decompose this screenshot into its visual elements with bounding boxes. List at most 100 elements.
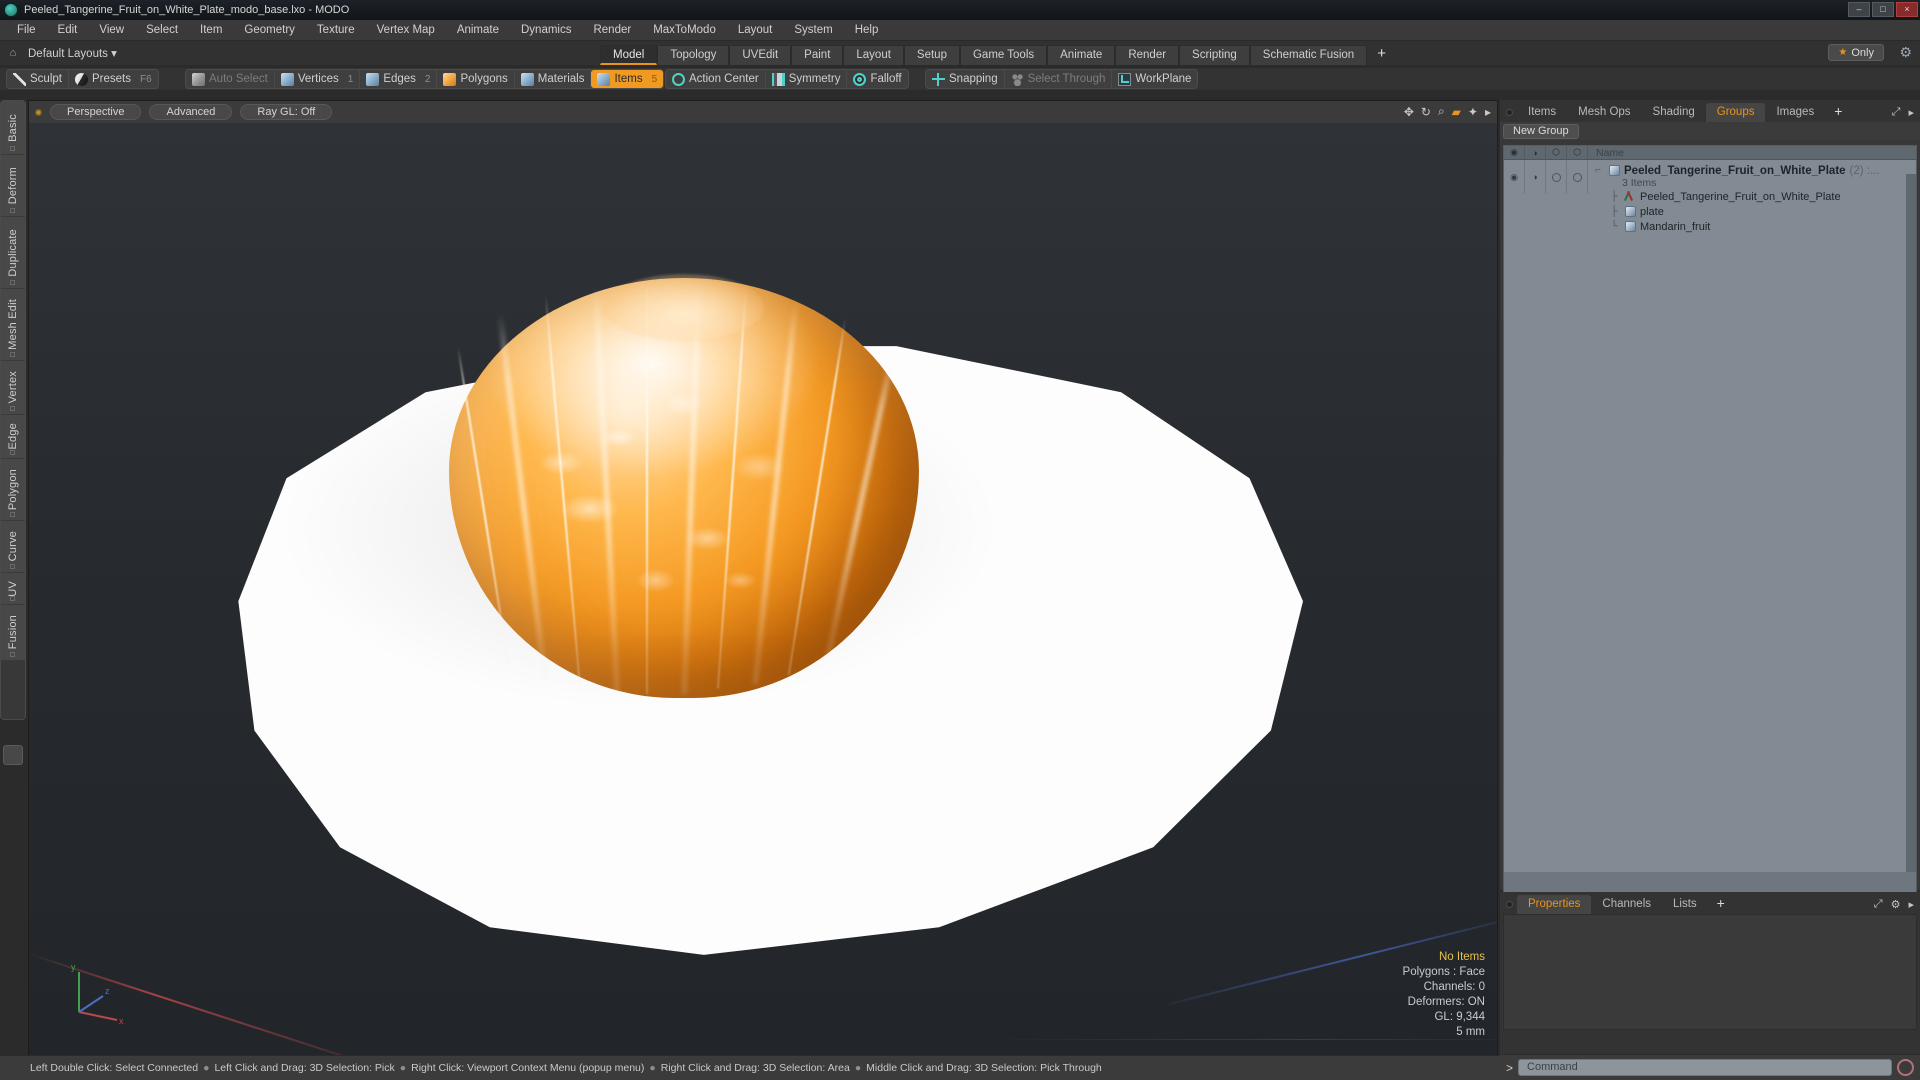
menu-item-animate[interactable]: Animate [446,20,510,41]
left-tab-edge[interactable]: Edge [1,415,25,459]
menu-item-select[interactable]: Select [135,20,189,41]
layout-tab-paint[interactable]: Paint [791,45,844,65]
left-tab-basic[interactable]: Basic [1,101,25,155]
expand-toggle-icon[interactable]: ⌐ [1591,165,1605,176]
tool-vertices[interactable]: Vertices 1 [275,70,361,88]
menu-item-render[interactable]: Render [582,20,642,41]
left-tab-polygon[interactable]: Polygon [1,459,25,521]
render-icon[interactable]: ◑ [1525,145,1546,160]
add-layout-tab-button[interactable]: + [1367,45,1396,65]
viewport-raygl-toggle[interactable]: Ray GL: Off [240,104,333,120]
viewport-shading-selector[interactable]: Advanced [149,104,233,120]
layout-tab-animate[interactable]: Animate [1047,45,1116,65]
close-button[interactable]: × [1896,2,1918,17]
record-icon[interactable] [1897,1059,1914,1076]
viewport-view-selector[interactable]: Perspective [50,104,142,120]
tool-materials[interactable]: Materials [515,70,592,88]
left-tab-duplicate[interactable]: Duplicate [1,217,25,289]
gear-icon[interactable]: ⚙ [1891,898,1901,911]
row-shade2-toggle[interactable] [1567,160,1588,194]
menu-item-system[interactable]: System [783,20,843,41]
menu-item-edit[interactable]: Edit [47,20,89,41]
row-shade-toggle[interactable] [1546,160,1567,194]
minimize-button[interactable]: – [1848,2,1870,17]
expand-icon[interactable]: ⤢ [1874,898,1883,911]
row-render-icon[interactable]: ◑ [1525,160,1546,194]
tree-item-row[interactable]: ├ plate [1591,204,1916,219]
tool-polygons[interactable]: Polygons [437,70,515,88]
layout-tab-schematic-fusion[interactable]: Schematic Fusion [1249,45,1368,65]
gear-icon[interactable]: ⚙ [1899,45,1912,59]
tool-sculpt[interactable]: Sculpt [7,70,69,88]
move-icon[interactable]: ✥ [1404,105,1414,119]
tool-workplane[interactable]: WorkPlane [1112,70,1197,88]
tool-presets[interactable]: Presets F6 [69,70,158,88]
shade-icon[interactable]: ⬡ [1546,145,1567,160]
tool-items[interactable]: Items 5 [591,70,664,88]
tool-snapping[interactable]: Snapping [926,70,1005,88]
menu-item-vertex-map[interactable]: Vertex Map [366,20,446,41]
left-tab-vertex[interactable]: Vertex [1,361,25,415]
layout-tab-model[interactable]: Model [600,45,658,65]
chevron-right-icon[interactable]: ▸ [1908,898,1914,911]
shade2-icon[interactable]: ⬡ [1567,145,1588,160]
settings-icon[interactable]: ✦ [1468,105,1478,119]
chevron-right-icon[interactable]: ▸ [1485,105,1491,119]
layout-tab-topology[interactable]: Topology [657,45,730,65]
layout-tab-layout[interactable]: Layout [843,45,904,65]
layout-tab-uvedit[interactable]: UVEdit [729,45,792,65]
tool-auto-select[interactable]: Auto Select [186,70,275,88]
properties-menu-dot[interactable] [1506,901,1513,908]
right-panel-tab-items[interactable]: Items [1517,103,1567,122]
panel-menu-dot[interactable] [1506,109,1513,116]
tool-edges[interactable]: Edges 2 [360,70,438,88]
menu-item-texture[interactable]: Texture [306,20,366,41]
layout-tab-scripting[interactable]: Scripting [1179,45,1250,65]
tree-item-row[interactable]: ├ Peeled_Tangerine_Fruit_on_White_Plate [1591,189,1916,204]
zoom-icon[interactable]: ⌕ [1438,104,1445,119]
command-input[interactable]: Command [1518,1059,1892,1076]
only-button[interactable]: ★ Only [1828,44,1884,61]
menu-item-layout[interactable]: Layout [727,20,784,41]
menu-item-dynamics[interactable]: Dynamics [510,20,582,41]
properties-tab-properties[interactable]: Properties [1517,895,1592,914]
layout-tab-game-tools[interactable]: Game Tools [959,45,1048,65]
tool-falloff[interactable]: Falloff [847,70,907,88]
tree-scrollbar[interactable] [1906,174,1916,872]
left-tab-deform[interactable]: Deform [1,155,25,217]
left-tab-uv[interactable]: UV [1,573,25,605]
new-group-button[interactable]: New Group [1503,123,1579,139]
home-icon[interactable]: ⌂ [4,47,22,59]
menu-item-view[interactable]: View [88,20,135,41]
tool-symmetry[interactable]: Symmetry [766,70,848,88]
tree-body[interactable]: ◉ ◑ ⌐ Peeled_Tangerine_Fruit_on_White_Pl… [1504,160,1916,872]
viewport-canvas[interactable]: y x z No Items Polygons : Face Channels:… [29,123,1497,1056]
render-region-icon[interactable]: ▰ [1452,105,1461,119]
layout-tab-render[interactable]: Render [1115,45,1180,65]
rotate-icon[interactable]: ↻ [1421,105,1431,119]
properties-tab-channels[interactable]: Channels [1591,895,1662,914]
right-panel-tab-mesh-ops[interactable]: Mesh Ops [1567,103,1641,122]
mandarin-fruit-mesh[interactable] [449,273,919,698]
eye-icon[interactable]: ◉ [1504,145,1525,160]
maximize-button[interactable]: □ [1872,2,1894,17]
right-panel-add-tab-button[interactable]: + [1825,103,1851,122]
axis-gizmo[interactable]: y x z [59,956,129,1026]
row-eye-icon[interactable]: ◉ [1504,160,1525,194]
properties-add-tab-button[interactable]: + [1708,895,1734,914]
expand-icon[interactable]: ⤢ [1892,106,1901,119]
default-layouts-dropdown[interactable]: Default Layouts ▾ [28,46,117,60]
tree-root-row[interactable]: ⌐ Peeled_Tangerine_Fruit_on_White_Plate … [1591,163,1916,178]
tool-action-center[interactable]: Action Center [666,70,766,88]
left-tab-mesh-edit[interactable]: Mesh Edit [1,289,25,361]
menu-item-item[interactable]: Item [189,20,233,41]
tree-item-row[interactable]: └ Mandarin_fruit [1591,219,1916,234]
chevron-right-icon[interactable]: ▸ [1908,106,1914,119]
right-panel-tab-groups[interactable]: Groups [1705,103,1766,122]
menu-item-maxtomodo[interactable]: MaxToModo [642,20,727,41]
tool-select-through[interactable]: Select Through [1005,70,1113,88]
viewport-menu-dot[interactable] [35,108,42,116]
menu-item-help[interactable]: Help [844,20,890,41]
layout-tab-setup[interactable]: Setup [903,45,960,65]
left-tab-fusion[interactable]: Fusion [1,605,25,661]
